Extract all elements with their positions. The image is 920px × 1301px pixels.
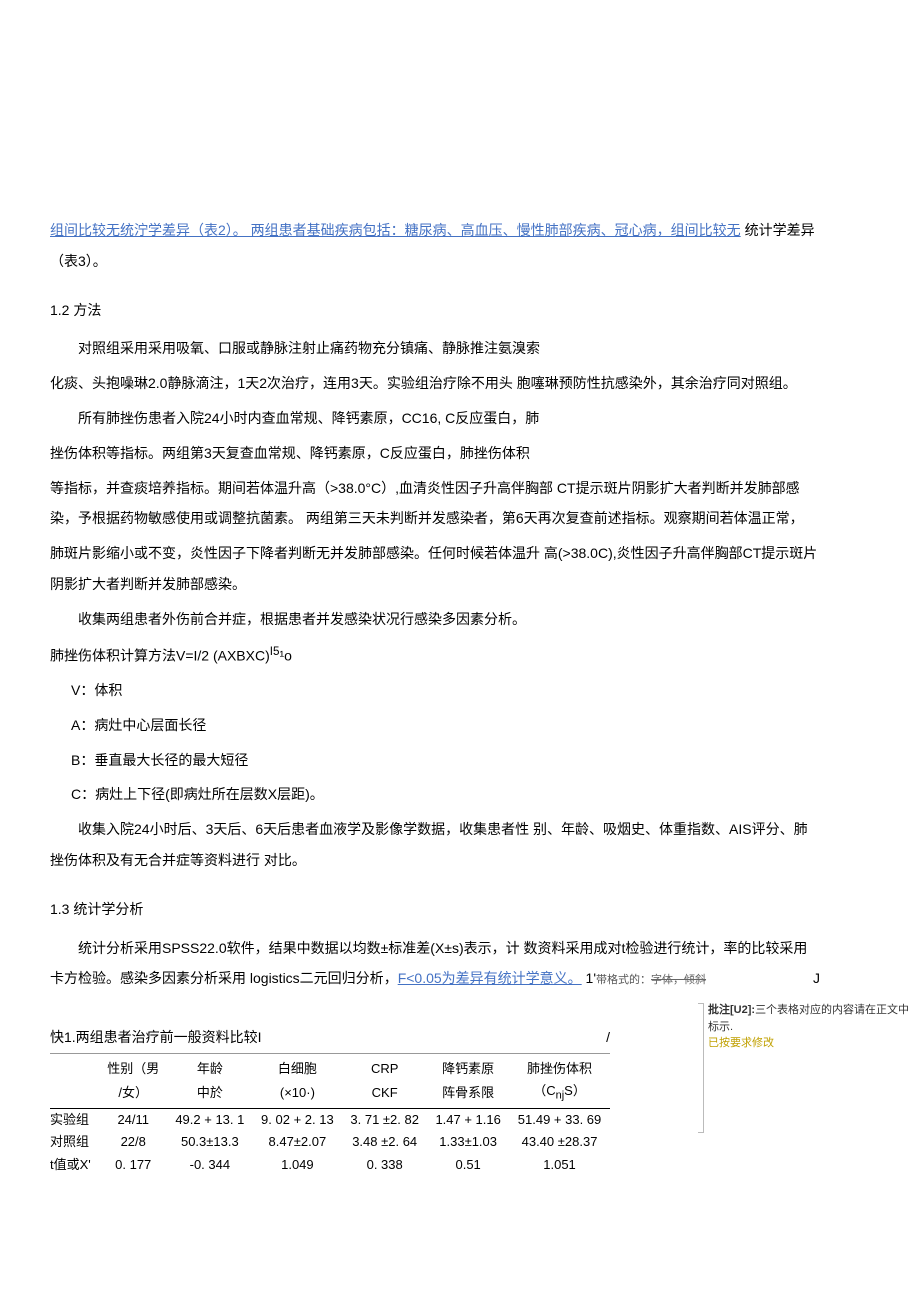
stats-text-c: ， — [384, 970, 398, 986]
method-p6: 肺斑片影缩小或不变，炎性因子下降者判断无并发肺部感染。任何时候若体温升 高(>3… — [50, 538, 820, 600]
intro-link-text: 组间比较无统泞学差异（表2）。 两组患者基础疾病包括：糖尿病、高血压、慢性肺部疾… — [50, 222, 741, 238]
formula-v: V：体积 — [50, 675, 820, 706]
cell: 1.049 — [253, 1154, 342, 1176]
cell: 3.48 ±2. 64 — [342, 1131, 427, 1153]
comment-bracket — [698, 1003, 704, 1133]
th-crp-2: CKF — [342, 1080, 427, 1108]
format-note: 带格式的：字体，倾斜 — [596, 974, 706, 986]
intro-paragraph: 组间比较无统泞学差异（表2）。 两组患者基础疾病包括：糖尿病、高血压、慢性肺部疾… — [50, 215, 820, 277]
table1-slash: / — [606, 1022, 610, 1053]
formula-sup: I5 — [270, 645, 280, 658]
comment-response: 已按要求修改 — [708, 1037, 774, 1049]
stats-paragraph: 统计分析采用SPSS22.0软件，结果中数据以均数±标准差(X±s)表示，计 数… — [50, 933, 820, 995]
document-body: 组间比较无统泞学差异（表2）。 两组患者基础疾病包括：糖尿病、高血压、慢性肺部疾… — [50, 215, 820, 1176]
cell: 3. 71 ±2. 82 — [342, 1109, 427, 1132]
stats-link: F<0.05为差异有统计学意义。 — [398, 970, 582, 986]
method-p13: 收集入院24小时后、3天后、6天后患者血液学及影像学数据，收集患者性 别、年龄、… — [50, 814, 820, 876]
cell: 1.051 — [509, 1154, 610, 1176]
cell: 8.47±2.07 — [253, 1131, 342, 1153]
cell: 1.33±1.03 — [427, 1131, 509, 1153]
cell: 1.47 + 1.16 — [427, 1109, 509, 1132]
th-vol-1: 肺挫伤体积 — [509, 1058, 610, 1080]
method-p2: 化痰、头抱噪琳2.0静脉滴注，1天2次治疗，连用3天。实验组治疗除不用头 胞噻琳… — [50, 368, 820, 399]
method-p1: 对照组采用采用吸氧、口服或静脉注射止痛药物充分镇痛、静脉推注氨溴索 — [50, 333, 820, 364]
cell: 49.2 + 13. 1 — [167, 1109, 253, 1132]
cell: 0.51 — [427, 1154, 509, 1176]
section-1-3-title: 1.3 统计学分析 — [50, 894, 820, 925]
cell: 22/8 — [99, 1131, 167, 1153]
th-pct-2: 阵骨系限 — [427, 1080, 509, 1108]
section-1-2-title: 1.2 方法 — [50, 295, 820, 326]
method-p3: 所有肺挫伤患者入院24小时内查血常规、降钙素原，CC16, C反应蛋白，肺 — [50, 403, 820, 434]
cell: 9. 02 + 2. 13 — [253, 1109, 342, 1132]
th-sex-2: /女） — [99, 1080, 167, 1108]
row-label-tval: t值或X' — [50, 1154, 99, 1176]
table1: 性别（男 年龄 白细胞 CRP 降钙素原 肺挫伤体积 /女） 中於 (×10·)… — [50, 1058, 610, 1176]
table1-header-row1: 性别（男 年龄 白细胞 CRP 降钙素原 肺挫伤体积 — [50, 1058, 610, 1080]
table1-title-row: 快1.两组患者治疗前一般资料比较I / — [50, 1022, 610, 1054]
table-row: 对照组 22/8 50.3±13.3 8.47±2.07 3.48 ±2. 64… — [50, 1131, 610, 1153]
formula-line: 肺挫伤体积计算方法V=I/2 (AXBXC)I5¹o — [50, 639, 820, 671]
table-row: t值或X' 0. 177 -0. 344 1.049 0. 338 0.51 1… — [50, 1154, 610, 1176]
th-vol-2: （CnjS） — [509, 1080, 610, 1108]
th-crp-1: CRP — [342, 1058, 427, 1080]
formula-c: C：病灶上下径(即病灶所在层数X层距)。 — [50, 779, 820, 810]
formula-b: B：垂直最大长径的最大短径 — [50, 745, 820, 776]
cell: 50.3±13.3 — [167, 1131, 253, 1153]
th-age-1: 年龄 — [167, 1058, 253, 1080]
method-p4: 挫伤体积等指标。两组第3天复查血常规、降钙素原，C反应蛋白，肺挫伤体积 — [50, 438, 820, 469]
formula-suffix: ¹o — [280, 647, 292, 663]
table1-title: 快1.两组患者治疗前一般资料比较I — [50, 1022, 262, 1053]
format-strike: 字体，倾斜 — [651, 974, 706, 986]
cell: 51.49 + 33. 69 — [509, 1109, 610, 1132]
cell: -0. 344 — [167, 1154, 253, 1176]
stats-text-b: logistics二元回归分析 — [250, 970, 384, 986]
cell: 0. 177 — [99, 1154, 167, 1176]
formula-prefix: 肺挫伤体积计算方法V=I/2 (AXBXC) — [50, 647, 270, 663]
th-wbc-1: 白细胞 — [253, 1058, 342, 1080]
table-row: 实验组 24/11 49.2 + 13. 1 9. 02 + 2. 13 3. … — [50, 1109, 610, 1132]
formula-a: A：病灶中心层面长径 — [50, 710, 820, 741]
table1-header-row2: /女） 中於 (×10·) CKF 阵骨系限 （CnjS） — [50, 1080, 610, 1108]
comment-box: 批注[U2]:三个表格对应的内容请在正文中标示. 已按要求修改 — [708, 1002, 918, 1052]
th-pct-1: 降钙素原 — [427, 1058, 509, 1080]
comment-label: 批注[U2]: — [708, 1004, 755, 1016]
th-wbc-2: (×10·) — [253, 1080, 342, 1108]
row-label-ctrl: 对照组 — [50, 1131, 99, 1153]
cell: 0. 338 — [342, 1154, 427, 1176]
method-p7: 收集两组患者外伤前合并症，根据患者并发感染状况行感染多因素分析。 — [50, 604, 820, 635]
th-age-2: 中於 — [167, 1080, 253, 1108]
row-label-exp: 实验组 — [50, 1109, 99, 1132]
stats-text-d: 1' — [582, 970, 596, 986]
th-sex-1: 性别（男 — [99, 1058, 167, 1080]
method-p5: 等指标，并查痰培养指标。期间若体温升高（>38.0°C）,血清炎性因子升高伴胸部… — [50, 473, 820, 535]
cell: 24/11 — [99, 1109, 167, 1132]
j-mark: J — [785, 963, 820, 994]
cell: 43.40 ±28.37 — [509, 1131, 610, 1153]
